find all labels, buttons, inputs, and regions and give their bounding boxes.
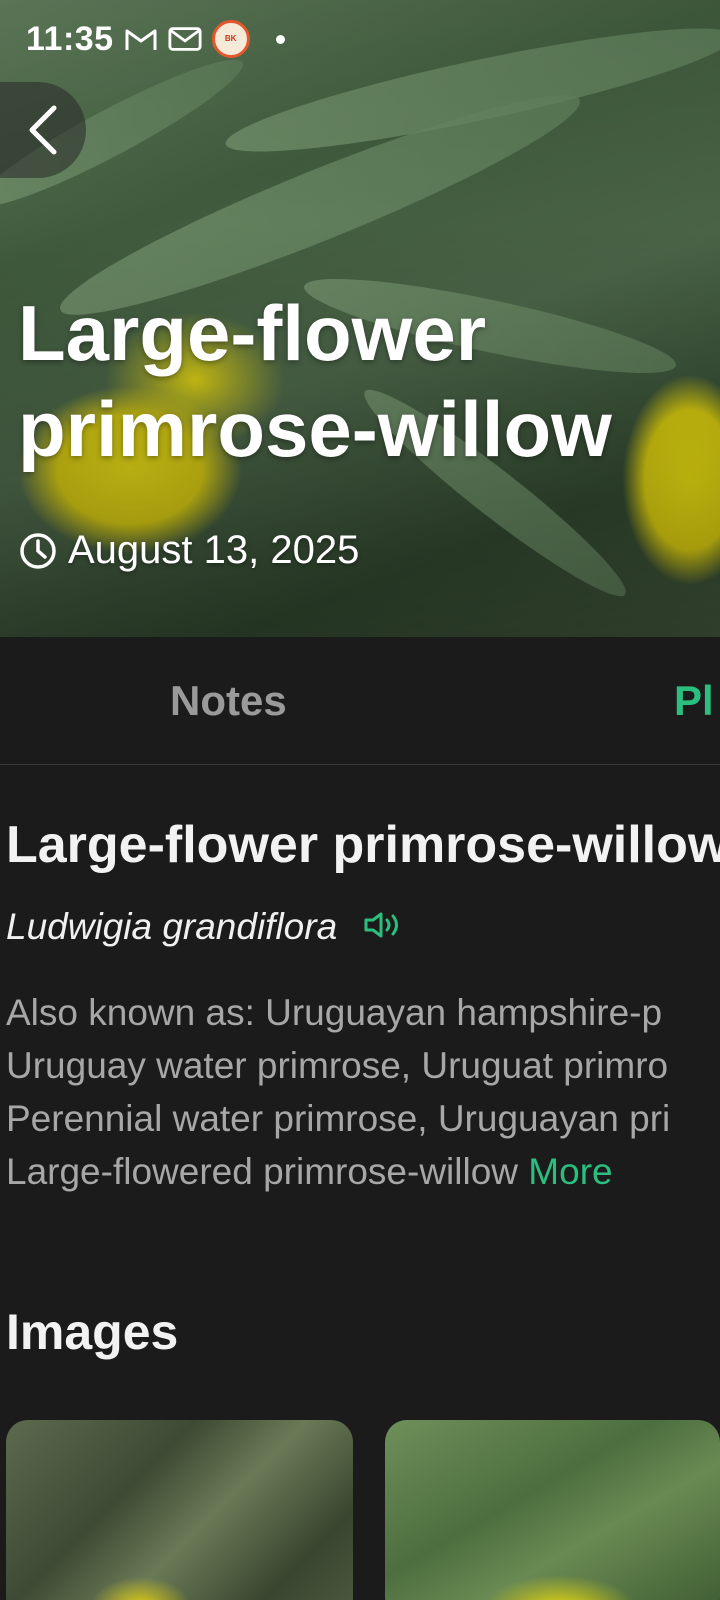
images-heading: Images xyxy=(6,1304,179,1360)
scientific-name: Ludwigia grandiflora xyxy=(6,906,338,947)
also-known-as: Also known as: Uruguayan hampshire-p Uru… xyxy=(6,986,720,1198)
aka-line-text: Large-flowered primrose-willow xyxy=(6,1151,529,1192)
aka-line: Uruguay water primrose, Uruguat primro xyxy=(6,1045,669,1086)
observation-date: August 13, 2025 xyxy=(18,528,359,573)
aka-line: Perennial water primrose, Uruguayan pri xyxy=(6,1098,671,1139)
tab-bar: Notes Pl xyxy=(0,637,720,765)
speaker-icon[interactable] xyxy=(363,909,403,946)
aka-line-last: Large-flowered primrose-willow More xyxy=(6,1145,720,1198)
scientific-name-row: Ludwigia grandiflora xyxy=(6,906,403,948)
notification-dot xyxy=(275,34,285,44)
mail-outline-icon xyxy=(168,24,202,54)
status-bar: 11:35 BK xyxy=(0,14,720,64)
gmail-icon xyxy=(124,24,158,54)
date-text: August 13, 2025 xyxy=(68,528,360,572)
status-time: 11:35 xyxy=(26,19,114,58)
plant-image-thumbnail[interactable] xyxy=(6,1420,353,1600)
page-title: Large-flower primrose-willow xyxy=(18,289,612,473)
more-link[interactable]: More xyxy=(528,1151,612,1192)
tab-notes[interactable]: Notes xyxy=(170,677,287,725)
clock-icon xyxy=(20,532,56,569)
tab-plant[interactable]: Pl xyxy=(674,677,714,725)
hero-image: 11:35 BK Large-flower primrose-willow Au… xyxy=(0,0,720,637)
plant-image-thumbnail[interactable] xyxy=(385,1420,720,1600)
plant-common-name: Large-flower primrose-willow xyxy=(6,816,720,874)
burger-king-app-icon: BK xyxy=(211,20,250,58)
aka-line: Also known as: Uruguayan hampshire-p xyxy=(6,992,663,1033)
chevron-left-icon xyxy=(29,105,57,155)
